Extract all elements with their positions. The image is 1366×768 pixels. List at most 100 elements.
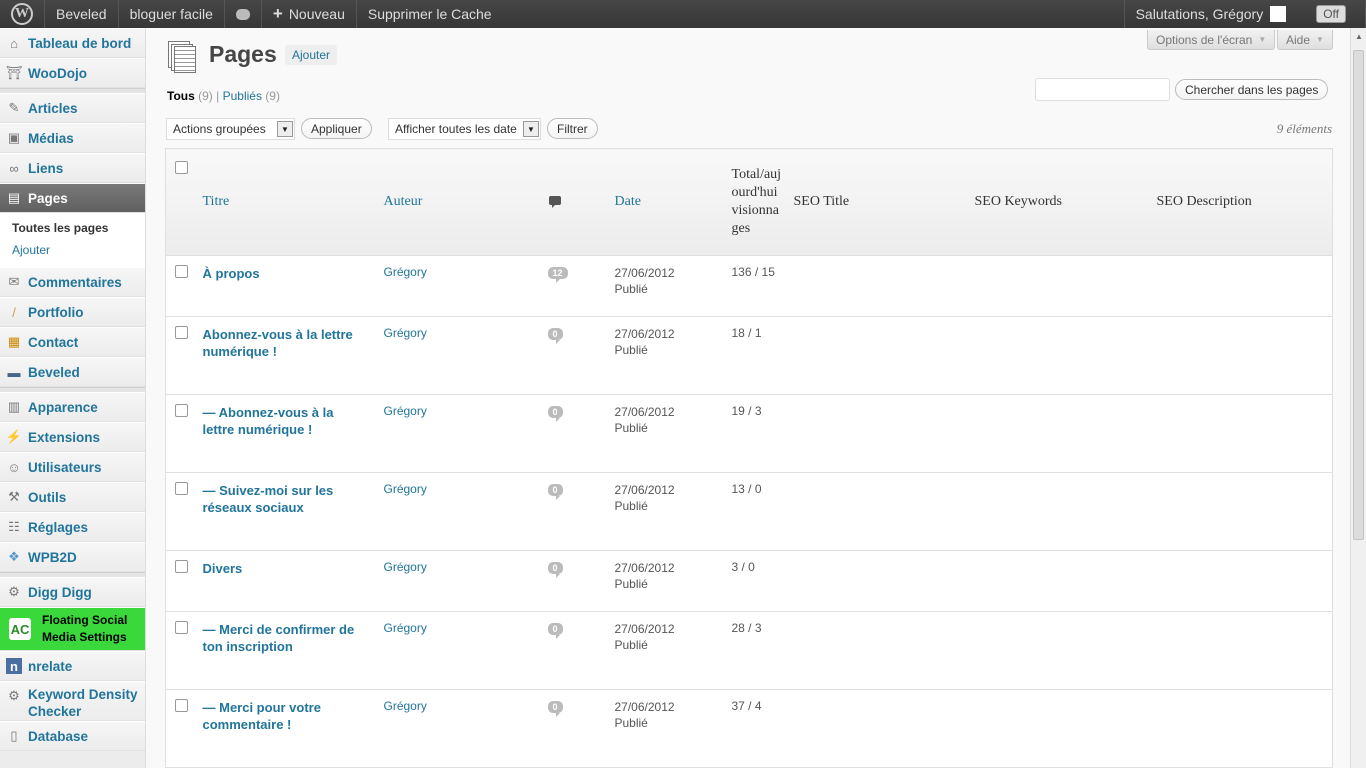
- menu-appearance[interactable]: ▥ Apparence: [0, 392, 145, 422]
- comment-count-bubble[interactable]: 0: [547, 701, 563, 717]
- bulk-actions-select[interactable]: Actions groupées ▼: [166, 118, 295, 140]
- menu-wpb2d[interactable]: ❖ WPB2D: [0, 542, 145, 572]
- page-title-link[interactable]: Abonnez-vous à la lettre numérique !: [203, 326, 363, 360]
- new-content-button[interactable]: + Nouveau: [262, 0, 357, 28]
- menu-articles[interactable]: ✎ Articles: [0, 93, 145, 123]
- appearance-icon: ▥: [7, 399, 21, 414]
- page-title-link[interactable]: — Abonnez-vous à la lettre numérique !: [203, 404, 363, 438]
- author-link[interactable]: Grégory: [383, 255, 542, 317]
- author-link[interactable]: Grégory: [383, 472, 542, 551]
- select-all-checkbox[interactable]: [175, 161, 188, 174]
- filter-published-link[interactable]: Publiés: [223, 89, 262, 103]
- filter-published-count: (9): [265, 89, 280, 103]
- row-checkbox[interactable]: [175, 404, 188, 417]
- menu-comments[interactable]: ✉ Commentaires: [0, 267, 145, 297]
- page-title-link[interactable]: — Suivez-moi sur les réseaux sociaux: [203, 482, 363, 516]
- author-link[interactable]: Grégory: [383, 611, 542, 690]
- page-title-link[interactable]: — Merci de confirmer de ton inscription: [203, 621, 363, 655]
- row-checkbox[interactable]: [175, 326, 188, 339]
- menu-nrelate[interactable]: n nrelate: [0, 651, 145, 681]
- apply-button[interactable]: Appliquer: [301, 118, 372, 139]
- seo-description-cell: [1156, 550, 1333, 612]
- filter-all-link[interactable]: Tous: [167, 89, 195, 103]
- menu-database[interactable]: ▯ Database: [0, 721, 145, 751]
- row-checkbox[interactable]: [175, 482, 188, 495]
- items-count: 9 éléments: [1276, 121, 1332, 136]
- menu-label: Contact: [28, 334, 79, 350]
- add-new-page-button[interactable]: Ajouter: [285, 45, 338, 65]
- row-checkbox[interactable]: [175, 621, 188, 634]
- wordpress-logo-button[interactable]: W: [0, 0, 45, 28]
- menu-label: Réglages: [28, 519, 89, 535]
- seo-keywords-cell: [974, 550, 1157, 612]
- menu-plugins[interactable]: ⚡ Extensions: [0, 422, 145, 452]
- menu-tools[interactable]: ⚒ Outils: [0, 482, 145, 512]
- author-link[interactable]: Grégory: [383, 689, 542, 768]
- status-value: Publié: [614, 577, 648, 591]
- menu-floating-social[interactable]: AC Floating Social Media Settings: [0, 607, 145, 651]
- filter-button[interactable]: Filtrer: [547, 118, 598, 139]
- menu-users[interactable]: ☺ Utilisateurs: [0, 452, 145, 482]
- column-date[interactable]: Date: [614, 148, 732, 256]
- column-comments[interactable]: [541, 148, 615, 256]
- row-checkbox[interactable]: [175, 265, 188, 278]
- comment-count-bubble[interactable]: 0: [547, 562, 563, 578]
- menu-label: Liens: [28, 160, 64, 176]
- help-button[interactable]: Aide ▼: [1277, 30, 1333, 50]
- page-title-link[interactable]: — Merci pour votre commentaire !: [203, 699, 363, 733]
- menu-settings[interactable]: ☷ Réglages: [0, 512, 145, 542]
- date-cell: 27/06/2012 Publié: [614, 611, 732, 690]
- seo-keywords-cell: [974, 611, 1157, 690]
- comment-count-bubble[interactable]: 12: [547, 267, 568, 283]
- date-cell: 27/06/2012 Publié: [614, 472, 732, 551]
- page-title-link[interactable]: Divers: [203, 560, 363, 577]
- menu-pages[interactable]: ▤ Pages: [0, 183, 145, 213]
- menu-woodojo[interactable]: ⛩ WooDojo: [0, 58, 145, 88]
- table-row: Abonnez-vous à la lettre numérique ! Grég…: [165, 316, 1333, 395]
- row-checkbox-cell: [165, 550, 203, 612]
- menu-portfolio[interactable]: / Portfolio: [0, 297, 145, 327]
- site2-link[interactable]: bloguer facile: [119, 0, 225, 28]
- gear-icon: ⚙: [8, 584, 20, 599]
- off-toggle[interactable]: Off: [1316, 5, 1346, 23]
- date-filter-select[interactable]: Afficher toutes les date ▼: [388, 118, 541, 140]
- screen-options-label: Options de l'écran: [1156, 32, 1253, 47]
- table-row: — Abonnez-vous à la lettre numérique ! Gr…: [165, 394, 1333, 473]
- comment-count-bubble[interactable]: 0: [547, 623, 563, 639]
- column-author[interactable]: Auteur: [383, 148, 542, 256]
- row-checkbox[interactable]: [175, 560, 188, 573]
- author-link[interactable]: Grégory: [383, 316, 542, 395]
- comments-cell: 12: [541, 255, 615, 317]
- scrollbar-thumb[interactable]: [1353, 50, 1364, 540]
- menu-beveled[interactable]: ▬ Beveled: [0, 357, 145, 387]
- search-input[interactable]: [1035, 78, 1170, 101]
- menu-digg-digg[interactable]: ⚙ Digg Digg: [0, 577, 145, 607]
- page-title-link[interactable]: À propos: [203, 265, 363, 282]
- author-link[interactable]: Grégory: [383, 394, 542, 473]
- comment-count-bubble[interactable]: 0: [547, 328, 563, 344]
- table-header-row: Titre Auteur Date Total/aujourd'hui visi…: [165, 148, 1333, 256]
- comment-count-bubble[interactable]: 0: [547, 484, 563, 500]
- comments-cell: 0: [541, 316, 615, 395]
- menu-links[interactable]: ∞ Liens: [0, 153, 145, 183]
- account-menu[interactable]: Salutations, Grégory: [1123, 0, 1298, 28]
- screen-options-button[interactable]: Options de l'écran ▼: [1147, 30, 1276, 50]
- site-name-link[interactable]: Beveled: [45, 0, 119, 28]
- menu-dashboard[interactable]: ⌂ Tableau de bord: [0, 28, 145, 58]
- menu-keyword-density[interactable]: ⚙ Keyword Density Checker: [0, 681, 145, 721]
- menu-contact[interactable]: ▦ Contact: [0, 327, 145, 357]
- submenu-add-page[interactable]: Ajouter: [0, 239, 145, 261]
- author-link[interactable]: Grégory: [383, 550, 542, 612]
- comment-count-bubble[interactable]: 0: [547, 406, 563, 422]
- row-checkbox[interactable]: [175, 699, 188, 712]
- comments-cell: 0: [541, 689, 615, 768]
- menu-media[interactable]: ▣ Médias: [0, 123, 145, 153]
- submenu-all-pages[interactable]: Toutes les pages: [0, 217, 145, 239]
- status-value: Publié: [614, 499, 648, 513]
- column-title[interactable]: Titre: [202, 148, 384, 256]
- scrollbar[interactable]: ▲: [1350, 28, 1366, 768]
- status-filter: Tous (9) | Publiés (9): [167, 89, 280, 103]
- search-pages-button[interactable]: Chercher dans les pages: [1175, 79, 1329, 100]
- comments-button[interactable]: [225, 0, 262, 28]
- clear-cache-button[interactable]: Supprimer le Cache: [357, 0, 503, 28]
